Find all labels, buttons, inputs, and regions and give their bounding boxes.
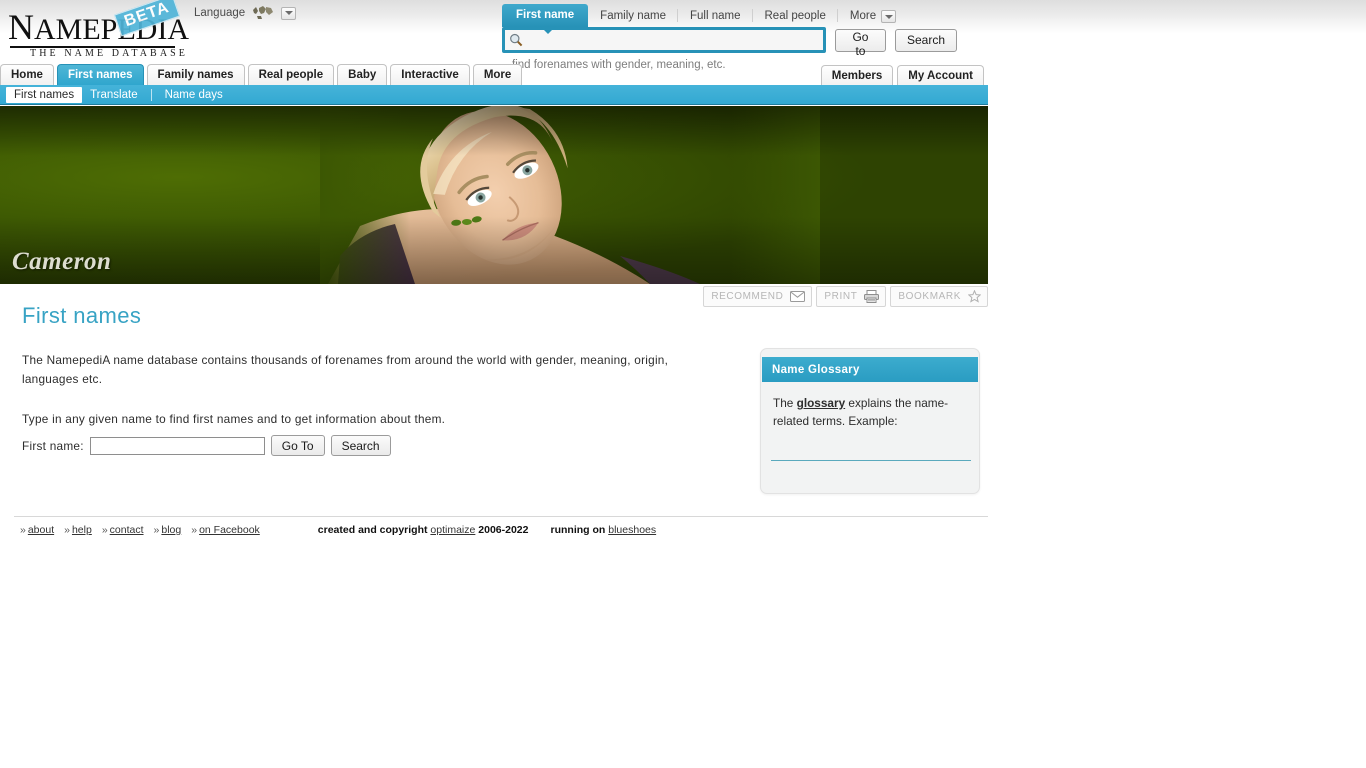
subnav-item-first-names[interactable]: First names: [6, 86, 83, 103]
language-label: Language: [194, 7, 246, 19]
page-title: First names: [22, 303, 142, 328]
nav-item-first-names[interactable]: First names: [56, 64, 144, 86]
footer-link-contact-label[interactable]: contact: [110, 524, 144, 536]
logo-tagline: THE NAME DATABASE: [30, 48, 189, 59]
search-tab-family-name[interactable]: Family name: [588, 6, 678, 27]
page-action-buttons: RECOMMEND PRINT BOOKMARK: [703, 286, 988, 307]
footer-link-facebook[interactable]: » on Facebook: [191, 524, 260, 536]
chevron-right-icon: »: [191, 524, 198, 536]
search-icon: [509, 33, 523, 47]
search-tab-more-label: More: [849, 10, 877, 22]
chevron-right-icon: »: [153, 524, 160, 536]
footer-copyright-link[interactable]: optimaize: [430, 524, 475, 536]
glossary-divider: [771, 460, 971, 461]
site-logo[interactable]: NAMEPEDIA THE NAME DATABASE BETA: [8, 0, 189, 59]
footer-copyright: created and copyright optimaize 2006-202…: [318, 524, 529, 536]
form-search-button[interactable]: Search: [330, 435, 391, 456]
printer-icon: [864, 290, 880, 303]
hero-banner: Cameron: [0, 106, 988, 284]
search-input-row: Go to Search: [502, 27, 957, 58]
footer-link-blog[interactable]: » blog: [154, 524, 182, 536]
chevron-down-icon: [884, 14, 893, 19]
chevron-right-icon: »: [101, 524, 108, 536]
language-dropdown-button[interactable]: [281, 6, 297, 20]
glossary-title: Name Glossary: [772, 363, 860, 376]
first-name-input[interactable]: [89, 436, 265, 455]
global-search: First name Family name Full name Real pe…: [502, 4, 957, 71]
envelope-icon: [790, 291, 806, 302]
nav-item-members[interactable]: Members: [820, 65, 894, 87]
language-selector[interactable]: Language: [194, 5, 297, 21]
first-name-form: First name: Go To Search: [22, 435, 742, 456]
subnav-divider: [150, 88, 152, 101]
nav-item-home[interactable]: Home: [0, 64, 54, 86]
name-glossary-panel: Name Glossary The glossary explains the …: [760, 348, 980, 494]
search-more-dropdown-button[interactable]: [881, 10, 897, 23]
nav-item-real-people[interactable]: Real people: [247, 64, 335, 86]
active-tab-pointer: [540, 26, 556, 34]
footer-running-prefix: running on: [550, 524, 609, 536]
subnav-item-name-days[interactable]: Name days: [157, 87, 231, 103]
star-icon: [968, 290, 981, 303]
search-input[interactable]: [523, 32, 823, 48]
subnav-item-translate[interactable]: Translate: [82, 87, 146, 103]
chevron-right-icon: »: [20, 524, 26, 536]
footer-link-about-label[interactable]: about: [28, 524, 54, 536]
account-navigation: Members My Account: [817, 64, 984, 87]
chevron-down-icon: [284, 11, 293, 15]
page-root: NAMEPEDIA THE NAME DATABASE BETA Languag…: [0, 0, 1366, 768]
banner-name-label: Cameron: [12, 248, 112, 275]
search-tab-real-people[interactable]: Real people: [753, 6, 839, 27]
search-goto-button[interactable]: Go to: [835, 28, 886, 58]
bookmark-label: BOOKMARK: [898, 290, 961, 302]
search-tabs: First name Family name Full name Real pe…: [502, 4, 957, 34]
main-content: First names The NamepediA name database …: [22, 303, 742, 456]
footer-link-help-label[interactable]: help: [72, 524, 92, 536]
footer-divider: [14, 516, 988, 517]
search-tab-full-name[interactable]: Full name: [678, 6, 753, 27]
footer-link-about[interactable]: » about: [20, 524, 54, 536]
print-label: PRINT: [824, 290, 858, 302]
first-name-label: First name:: [22, 438, 84, 453]
search-tab-first-name[interactable]: First name: [502, 4, 589, 27]
site-footer: » about » help » contact » blog » on Facebook…: [20, 524, 980, 536]
nav-item-more[interactable]: More: [472, 64, 523, 86]
footer-running-on: running on blueshoes: [551, 524, 657, 536]
instruction-paragraph: Type in any given name to find first nam…: [22, 412, 446, 426]
recommend-label: RECOMMEND: [711, 290, 784, 302]
bookmark-button[interactable]: BOOKMARK: [890, 286, 988, 307]
glossary-header: Name Glossary: [762, 357, 978, 382]
nav-item-baby[interactable]: Baby: [337, 64, 388, 86]
search-tab-more[interactable]: More: [838, 6, 908, 27]
sub-navigation: First names Translate Name days: [0, 85, 988, 105]
search-submit-button[interactable]: Search: [894, 28, 957, 52]
print-button[interactable]: PRINT: [816, 286, 887, 307]
footer-copyright-years: 2006-2022: [475, 524, 529, 536]
nav-item-family-names[interactable]: Family names: [146, 64, 245, 86]
footer-link-contact[interactable]: » contact: [102, 524, 144, 536]
banner-vignette: [0, 106, 988, 284]
footer-copyright-prefix: created and copyright: [317, 524, 431, 536]
form-goto-button[interactable]: Go To: [270, 435, 325, 456]
chevron-right-icon: »: [64, 524, 70, 536]
nav-item-interactive[interactable]: Interactive: [390, 64, 470, 86]
globe-icon: [252, 5, 274, 21]
footer-link-blog-label[interactable]: blog: [161, 524, 181, 536]
glossary-text-before: The: [773, 396, 797, 410]
footer-link-facebook-label[interactable]: on Facebook: [199, 524, 260, 536]
glossary-body: The glossary explains the name-related t…: [761, 382, 979, 430]
main-navigation: Home First names Family names Real peopl…: [0, 64, 525, 86]
intro-paragraph: The NamepediA name database contains tho…: [22, 353, 669, 386]
site-container: NAMEPEDIA THE NAME DATABASE BETA Languag…: [0, 0, 988, 545]
nav-item-my-account[interactable]: My Account: [897, 65, 984, 87]
footer-running-link[interactable]: blueshoes: [608, 524, 656, 536]
glossary-link[interactable]: glossary: [797, 396, 846, 410]
footer-link-help[interactable]: » help: [64, 524, 92, 536]
